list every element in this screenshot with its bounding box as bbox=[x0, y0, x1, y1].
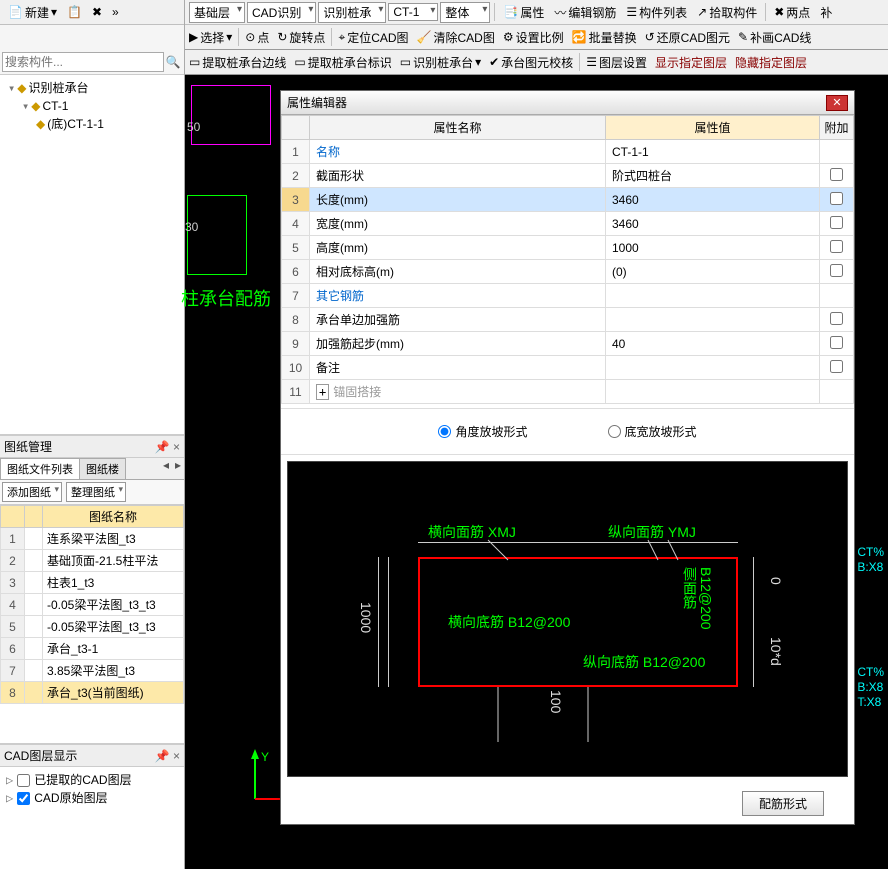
cad-dim: 50 bbox=[187, 120, 200, 134]
search-input[interactable] bbox=[2, 52, 164, 72]
tab-next[interactable]: ▸ bbox=[172, 458, 184, 479]
drawing-row[interactable]: 基础顶面-21.5柱平法 bbox=[43, 550, 184, 572]
cad-title: 柱承台配筋 bbox=[181, 285, 271, 311]
show-layer-button[interactable]: 显示指定图层 bbox=[651, 52, 731, 73]
prop-value[interactable] bbox=[606, 356, 820, 380]
combo-layer[interactable]: 基础层 bbox=[189, 2, 245, 23]
drawing-row[interactable]: 柱表1_t3 bbox=[43, 572, 184, 594]
add-drawing-button[interactable]: 添加图纸 bbox=[2, 482, 62, 502]
prop-value[interactable]: (0) bbox=[606, 260, 820, 284]
layer-extracted[interactable]: ▷ 已提取的CAD图层 bbox=[6, 771, 178, 789]
pin-icon[interactable]: 📌 × bbox=[155, 440, 180, 454]
clear-cad-button[interactable]: 🧹 清除CAD图 bbox=[413, 27, 499, 48]
drawing-row[interactable]: 连系梁平法图_t3 bbox=[43, 528, 184, 550]
new-button[interactable]: 📄 新建 ▾ bbox=[4, 2, 61, 23]
tab-floor[interactable]: 图纸楼 bbox=[79, 458, 126, 479]
edit-rebar-button[interactable]: 〰 编辑钢筋 bbox=[550, 2, 620, 23]
prop-button[interactable]: 📑 属性 bbox=[499, 2, 548, 23]
drawing-row[interactable]: 3.85梁平法图_t3 bbox=[43, 660, 184, 682]
copy-icon[interactable]: 📋 bbox=[63, 3, 86, 21]
radio-width[interactable]: 底宽放坡形式 bbox=[608, 423, 697, 440]
select-button[interactable]: ▶ 选择 ▾ bbox=[185, 27, 236, 48]
pin-icon[interactable]: 📌 × bbox=[155, 749, 180, 763]
delete-icon[interactable]: ✖ bbox=[88, 3, 106, 21]
tree-ct[interactable]: CT-1 bbox=[42, 99, 68, 113]
drawing-row[interactable]: -0.05梁平法图_t3_t3 bbox=[43, 616, 184, 638]
prop-value[interactable]: 1000 bbox=[606, 236, 820, 260]
tree-leaf[interactable]: (底)CT-1-1 bbox=[47, 117, 104, 131]
locate-cad-button[interactable]: ⌖ 定位CAD图 bbox=[334, 27, 412, 48]
prop-value[interactable]: 40 bbox=[606, 332, 820, 356]
drawing-row-current[interactable]: 承台_t3(当前图纸) bbox=[43, 682, 184, 704]
correct-button[interactable]: 补 bbox=[816, 2, 836, 23]
prop-value-selected[interactable]: 3460 bbox=[606, 188, 820, 212]
tab-prev[interactable]: ◂ bbox=[160, 458, 172, 479]
svg-text:Y: Y bbox=[261, 750, 269, 764]
drawing-row[interactable]: -0.05梁平法图_t3_t3 bbox=[43, 594, 184, 616]
combo-ct[interactable]: CT-1 bbox=[388, 3, 438, 21]
recognize-button[interactable]: ▭ 识别桩承台 ▾ bbox=[396, 52, 485, 73]
layer-panel-title: CAD图层显示 bbox=[4, 747, 77, 764]
prop-value[interactable] bbox=[606, 308, 820, 332]
component-tree[interactable]: ▾◆识别桩承台 ▾◆CT-1 ◆(底)CT-1-1 bbox=[0, 75, 184, 435]
drawing-col-header: 图纸名称 bbox=[43, 506, 184, 528]
search-icon[interactable]: 🔍 bbox=[164, 55, 182, 69]
cad-dim: 30 bbox=[185, 220, 198, 234]
rebar-form-button[interactable]: 配筋形式 bbox=[742, 791, 824, 816]
property-grid[interactable]: 属性名称 属性值 附加 1名称CT-1-1 2截面形状阶式四桩台 3长度(mm)… bbox=[281, 115, 854, 404]
prop-value[interactable]: 3460 bbox=[606, 212, 820, 236]
layer-set-button[interactable]: ☰ 图层设置 bbox=[582, 52, 651, 73]
scale-button[interactable]: ⚙ 设置比例 bbox=[499, 27, 568, 48]
radio-angle[interactable]: 角度放坡形式 bbox=[438, 423, 527, 440]
check-button[interactable]: ✔ 承台图元校核 bbox=[485, 52, 577, 73]
col-extra: 附加 bbox=[820, 116, 854, 140]
combo-cad[interactable]: CAD识别 bbox=[247, 2, 316, 23]
combo-whole[interactable]: 整体 bbox=[440, 2, 490, 23]
drawing-row[interactable]: 承台_t3-1 bbox=[43, 638, 184, 660]
side-text: CT% bbox=[857, 545, 884, 559]
tree-root[interactable]: 识别桩承台 bbox=[28, 81, 88, 95]
pick-member-button[interactable]: ↗ 拾取构件 bbox=[693, 2, 761, 23]
hide-layer-button[interactable]: 隐藏指定图层 bbox=[731, 52, 811, 73]
more-icon[interactable]: » bbox=[108, 3, 123, 21]
tab-file-list[interactable]: 图纸文件列表 bbox=[0, 458, 80, 479]
prop-value[interactable]: 阶式四桩台 bbox=[606, 164, 820, 188]
col-value: 属性值 bbox=[606, 116, 820, 140]
rebar-diagram: 横向面筋 XMJ 纵向面筋 YMJ 横向底筋 B12@200 纵向底筋 B12@… bbox=[287, 461, 848, 777]
rotate-point-button[interactable]: ↻ 旋转点 bbox=[273, 27, 329, 48]
layer-original[interactable]: ▷ CAD原始图层 bbox=[6, 789, 178, 807]
dialog-title: 属性编辑器 bbox=[287, 94, 347, 111]
prop-value[interactable]: CT-1-1 bbox=[606, 140, 820, 164]
point-button[interactable]: ⊙ 点 bbox=[241, 27, 273, 48]
restore-cad-button[interactable]: ↺ 还原CAD图元 bbox=[641, 27, 734, 48]
extract-edge-button[interactable]: ▭ 提取桩承台边线 bbox=[185, 52, 290, 73]
batch-replace-button[interactable]: 🔁 批量替换 bbox=[568, 27, 641, 48]
combo-rec[interactable]: 识别桩承 bbox=[318, 2, 386, 23]
fill-line-button[interactable]: ✎ 补画CAD线 bbox=[734, 27, 815, 48]
drawing-panel-title: 图纸管理 bbox=[4, 438, 52, 455]
prop-value[interactable] bbox=[606, 284, 820, 308]
two-point-button[interactable]: ✖ 两点 bbox=[770, 2, 814, 23]
member-list-button[interactable]: ☰ 构件列表 bbox=[622, 2, 691, 23]
sort-drawing-button[interactable]: 整理图纸 bbox=[66, 482, 126, 502]
property-editor-dialog: 属性编辑器 ✕ 属性名称 属性值 附加 1名称CT-1-1 2截面形状阶式四桩台… bbox=[280, 90, 855, 825]
extract-mark-button[interactable]: ▭ 提取桩承台标识 bbox=[290, 52, 395, 73]
close-icon[interactable]: ✕ bbox=[826, 95, 848, 111]
drawing-table[interactable]: 图纸名称 1连系梁平法图_t3 2基础顶面-21.5柱平法 3柱表1_t3 4-… bbox=[0, 505, 184, 704]
col-name: 属性名称 bbox=[310, 116, 606, 140]
